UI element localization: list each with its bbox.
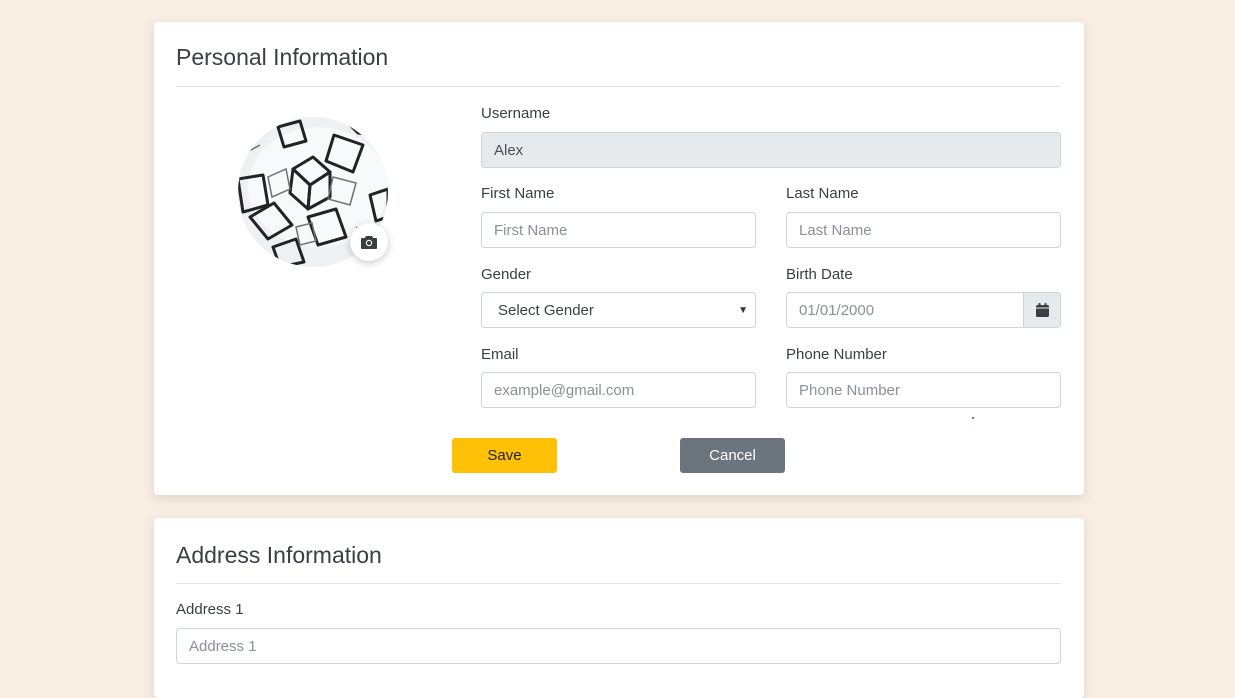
personal-information-card: Personal Information Username Alex First… bbox=[154, 22, 1084, 495]
personal-information-title: Personal Information bbox=[176, 44, 389, 70]
phone-number-label: Phone Number bbox=[786, 346, 887, 363]
email-input[interactable] bbox=[481, 372, 756, 408]
gender-select-value: Select Gender bbox=[498, 301, 594, 319]
date-picker-button[interactable] bbox=[1023, 292, 1061, 328]
address-information-card: Address Information Address 1 bbox=[154, 518, 1084, 698]
first-name-input[interactable] bbox=[481, 212, 756, 248]
cancel-button[interactable]: Cancel bbox=[680, 438, 785, 473]
birth-date-input[interactable] bbox=[786, 292, 1024, 328]
divider bbox=[176, 583, 1061, 584]
username-field[interactable] bbox=[481, 132, 1061, 168]
calendar-icon bbox=[1035, 303, 1049, 317]
address-information-title: Address Information bbox=[176, 542, 382, 568]
change-photo-button[interactable] bbox=[350, 223, 388, 261]
birth-date-label: Birth Date bbox=[786, 266, 853, 283]
last-name-input[interactable] bbox=[786, 212, 1061, 248]
phone-number-input[interactable] bbox=[786, 372, 1061, 408]
caret-down-icon: ▼ bbox=[738, 304, 748, 316]
first-name-label: First Name bbox=[481, 185, 555, 202]
last-name-label: Last Name bbox=[786, 185, 859, 202]
stray-dot bbox=[972, 417, 974, 419]
address-1-input[interactable] bbox=[176, 628, 1061, 664]
gender-label: Gender bbox=[481, 266, 532, 283]
address-1-label: Address 1 bbox=[176, 601, 244, 618]
username-label: Username bbox=[481, 105, 551, 122]
birth-date-group bbox=[786, 292, 1061, 328]
gender-select[interactable]: Select Gender ▼ bbox=[481, 292, 756, 328]
email-label: Email bbox=[481, 346, 519, 363]
camera-icon bbox=[361, 236, 377, 249]
divider bbox=[176, 86, 1061, 87]
save-button[interactable]: Save bbox=[452, 438, 557, 473]
